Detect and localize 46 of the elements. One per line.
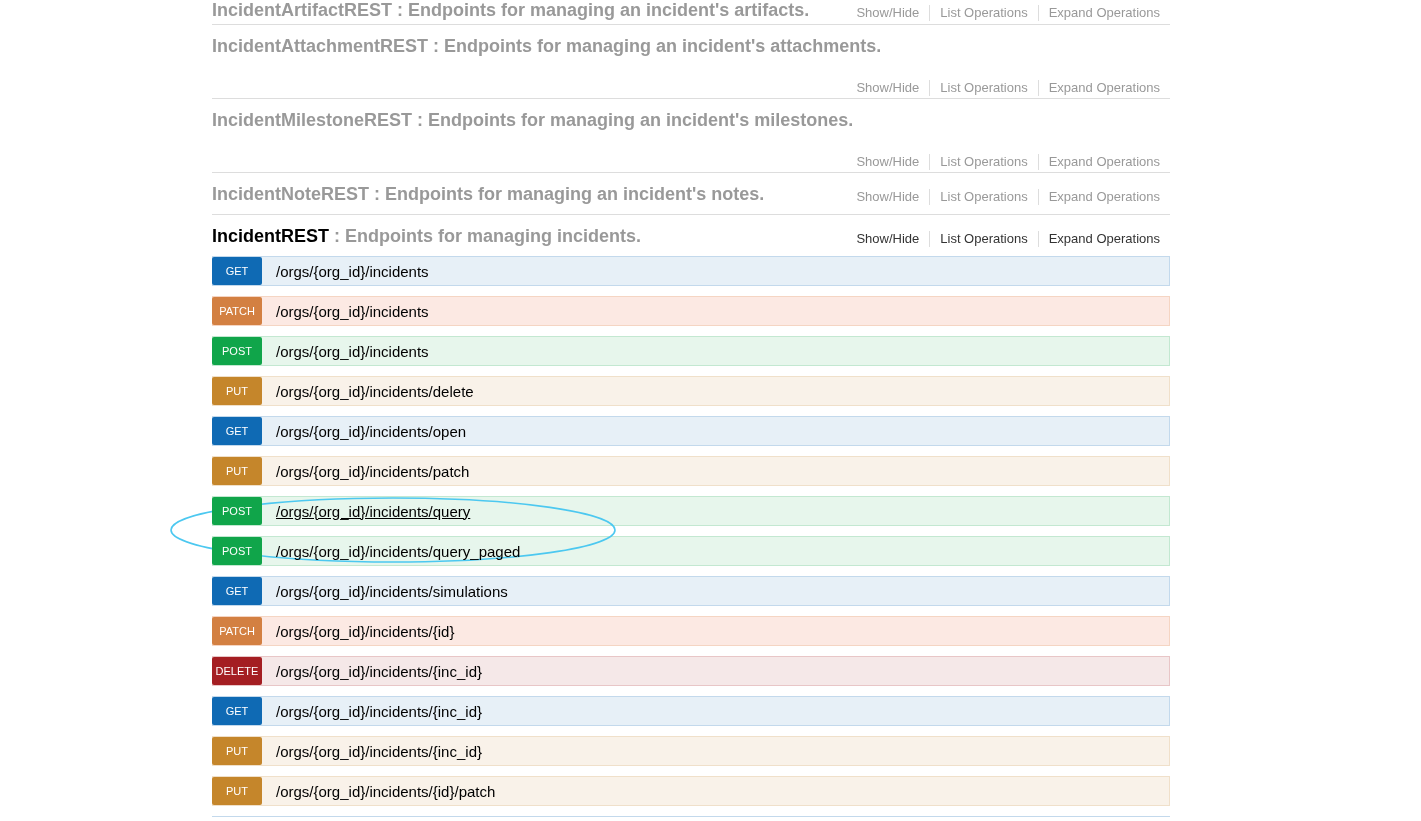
section-link[interactable]: Show/Hide	[846, 231, 930, 247]
method-badge: GET	[212, 697, 262, 725]
operation-row[interactable]: PUT /orgs/{org_id}/incidents/patch	[212, 456, 1170, 486]
operation-row[interactable]: DELETE /orgs/{org_id}/incidents/{inc_id}	[212, 656, 1170, 686]
operation-path[interactable]: /orgs/{org_id}/incidents/{inc_id}	[276, 662, 482, 680]
operation-row[interactable]: PATCH /orgs/{org_id}/incidents	[212, 296, 1170, 326]
operation-row[interactable]: GET /orgs/{org_id}/incidents/{inc_id}	[212, 696, 1170, 726]
method-badge: GET	[212, 257, 262, 285]
section-link[interactable]: Expand Operations	[1037, 231, 1170, 247]
operation-path[interactable]: /orgs/{org_id}/incidents/query	[276, 502, 471, 520]
operation-path[interactable]: /orgs/{org_id}/incidents/{inc_id}	[276, 742, 482, 760]
method-badge: POST	[212, 537, 262, 565]
operation-row[interactable]: PATCH /orgs/{org_id}/incidents/{id}	[212, 616, 1170, 646]
operation-path[interactable]: /orgs/{org_id}/incidents/{id}	[276, 622, 455, 640]
operation-row[interactable]: GET /orgs/{org_id}/incidents/simulations	[212, 576, 1170, 606]
method-badge: DELETE	[212, 657, 262, 685]
operation-path[interactable]: /orgs/{org_id}/incidents/{id}/patch	[276, 782, 496, 800]
operation-path[interactable]: /orgs/{org_id}/incidents	[276, 302, 429, 320]
method-badge: PUT	[212, 377, 262, 405]
operation-path[interactable]: /orgs/{org_id}/incidents	[276, 342, 429, 360]
operation-path[interactable]: /orgs/{org_id}/incidents/query_paged	[276, 542, 521, 560]
operation-row[interactable]: PUT /orgs/{org_id}/incidents/{id}/patch	[212, 776, 1170, 806]
operation-path[interactable]: /orgs/{org_id}/incidents/open	[276, 422, 467, 440]
section-heading[interactable]: IncidentREST : Endpoints for managing incidents.	[212, 224, 642, 248]
operation-row[interactable]: GET /orgs/{org_id}/incidents	[212, 256, 1170, 286]
operation-row[interactable]: PUT /orgs/{org_id}/incidents/{inc_id}	[212, 736, 1170, 766]
operation-row[interactable]: POST /orgs/{org_id}/incidents/query	[212, 496, 1170, 526]
method-badge: POST	[212, 497, 262, 525]
method-badge: PUT	[212, 457, 262, 485]
operation-path[interactable]: /orgs/{org_id}/incidents/delete	[276, 382, 474, 400]
method-badge: GET	[212, 577, 262, 605]
operation-path[interactable]: /orgs/{org_id}/incidents/simulations	[276, 582, 508, 600]
method-badge: PATCH	[212, 617, 262, 645]
section-link[interactable]: List Operations	[929, 231, 1038, 247]
operation-row[interactable]: PUT /orgs/{org_id}/incidents/delete	[212, 376, 1170, 406]
operation-row[interactable]: POST /orgs/{org_id}/incidents	[212, 336, 1170, 366]
operation-row[interactable]: GET /orgs/{org_id}/incidents/open	[212, 416, 1170, 446]
method-badge: GET	[212, 417, 262, 445]
operation-path[interactable]: /orgs/{org_id}/incidents	[276, 262, 429, 280]
operation-row[interactable]: POST /orgs/{org_id}/incidents/query_paged	[212, 536, 1170, 566]
method-badge: PATCH	[212, 297, 262, 325]
operation-path[interactable]: /orgs/{org_id}/incidents/{inc_id}	[276, 702, 482, 720]
method-badge: PUT	[212, 777, 262, 805]
operation-path[interactable]: /orgs/{org_id}/incidents/patch	[276, 462, 470, 480]
method-badge: PUT	[212, 737, 262, 765]
method-badge: POST	[212, 337, 262, 365]
